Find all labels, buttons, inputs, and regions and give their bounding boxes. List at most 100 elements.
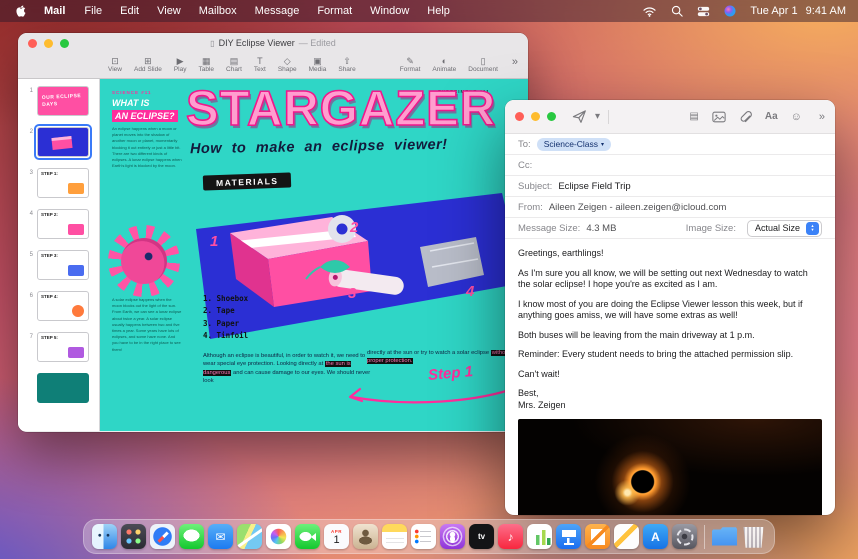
dock-launchpad-icon[interactable] <box>121 524 146 549</box>
slide-thumbnail-2[interactable] <box>37 127 89 157</box>
slide-subtitle[interactable]: How to make an eclipse viewer! <box>190 137 448 157</box>
wifi-icon[interactable] <box>642 6 657 17</box>
image-size-popup[interactable]: Actual Size ▴ ▾ <box>747 220 822 237</box>
dock-downloads-folder-icon[interactable] <box>712 524 737 549</box>
table-button[interactable]: ▦ Table <box>198 56 214 73</box>
format-button[interactable]: ✎ Format <box>400 56 421 73</box>
menu-file[interactable]: File <box>75 0 111 22</box>
document-button[interactable]: ▯ Document <box>468 56 498 73</box>
dock-pages-icon[interactable] <box>585 524 610 549</box>
minimize-button[interactable] <box>531 112 540 121</box>
message-body-editor[interactable]: Greetings, earthlings! As I'm sure you a… <box>505 239 835 411</box>
menu-message[interactable]: Message <box>246 0 309 22</box>
warning-paragraph-2[interactable]: directly at the sun or try to watch a so… <box>367 349 513 366</box>
slide-thumbnail-5[interactable]: STEP 3: <box>37 250 89 280</box>
to-label: To: <box>518 139 531 150</box>
zoom-button[interactable] <box>547 112 556 121</box>
slide-thumbnail-7[interactable]: STEP 5: <box>37 332 89 362</box>
dock-trash-icon[interactable] <box>741 524 766 549</box>
dock-safari-icon[interactable] <box>150 524 175 549</box>
emoji-icon[interactable]: ☺ <box>791 111 802 123</box>
dock-appstore-icon[interactable]: A <box>643 524 668 549</box>
materials-list[interactable]: 1. Shoebox 2. Tape 3. Paper 4. Tinfoil <box>203 293 248 343</box>
send-icon[interactable] <box>572 109 587 124</box>
menu-mailbox[interactable]: Mailbox <box>190 0 246 22</box>
animate-button[interactable]: ◐ Animate <box>432 56 456 73</box>
eclipse-heading[interactable]: WHAT IS AN ECLIPSE? <box>112 98 178 122</box>
add-slide-button[interactable]: ⊞ Add Slide <box>134 56 162 73</box>
from-field[interactable]: From: Aileen Zeigen - aileen.zeigen@iclo… <box>505 197 835 218</box>
subject-field[interactable]: Subject: Eclipse Field Trip <box>505 176 835 197</box>
solar-note-paragraph[interactable]: A solar eclipse happens when the moon bl… <box>112 297 182 353</box>
close-button[interactable] <box>515 112 524 121</box>
recipient-name: Science-Class <box>544 139 598 149</box>
mail-toolbar[interactable]: ▾ ▤ Aa ☺ » <box>505 100 835 134</box>
siri-icon[interactable] <box>724 5 736 17</box>
slide-thumbnail-3[interactable]: STEP 1: <box>37 168 89 198</box>
dock-freeform-icon[interactable] <box>614 524 639 549</box>
slide-thumbnail-6[interactable]: STEP 4: <box>37 291 89 321</box>
menu-view[interactable]: View <box>148 0 190 22</box>
dock-podcasts-icon[interactable] <box>440 524 465 549</box>
text-button[interactable]: T Text <box>254 56 266 73</box>
slide-thumbnail-1[interactable]: OUR ECLIPSE DAYS <box>37 86 89 116</box>
zoom-button[interactable] <box>60 39 69 48</box>
close-button[interactable] <box>28 39 37 48</box>
step-label: STEP 5: <box>41 335 58 340</box>
dock-mail-icon[interactable]: ✉ <box>208 524 233 549</box>
stargazer-title[interactable]: STARGAZER <box>186 81 496 137</box>
dock-numbers-icon[interactable] <box>527 524 552 549</box>
menu-edit[interactable]: Edit <box>111 0 148 22</box>
share-button[interactable]: ⇧ Share <box>338 56 355 73</box>
eclipse-photo-attachment[interactable] <box>518 419 822 515</box>
menu-window[interactable]: Window <box>361 0 418 22</box>
recipient-token[interactable]: Science-Class ▾ <box>537 138 611 151</box>
view-button[interactable]: ⊡ View <box>108 56 122 73</box>
menu-app-name[interactable]: Mail <box>34 0 75 22</box>
dock-reminders-icon[interactable] <box>411 524 436 549</box>
mail-toolbar-overflow-chevron[interactable]: » <box>819 111 825 123</box>
attach-icon[interactable] <box>739 110 752 124</box>
dock-settings-icon[interactable] <box>672 524 697 549</box>
dock-music-icon[interactable]: ♪ <box>498 524 523 549</box>
slide-thumbnail-8[interactable] <box>37 373 89 403</box>
send-options-chevron[interactable]: ▾ <box>595 111 600 122</box>
dock-notes-icon[interactable] <box>382 524 407 549</box>
dock-keynote-icon[interactable] <box>556 524 581 549</box>
dock-calendar-icon[interactable]: APR 1 <box>324 524 349 549</box>
to-field[interactable]: To: Science-Class ▾ <box>505 134 835 155</box>
minimize-button[interactable] <box>44 39 53 48</box>
dock-facetime-icon[interactable] <box>295 524 320 549</box>
dock-tv-icon[interactable]: tv <box>469 524 494 549</box>
dock-contacts-icon[interactable] <box>353 524 378 549</box>
slide-thumbnail-4[interactable]: STEP 2: <box>37 209 89 239</box>
menu-format[interactable]: Format <box>308 0 361 22</box>
search-icon[interactable] <box>671 5 683 17</box>
slide-canvas[interactable]: SCIENCE #11 EXPERIMENT #11 WHAT IS AN EC… <box>100 79 528 431</box>
warning-paragraph[interactable]: Although an eclipse is beautiful, in ord… <box>203 352 371 386</box>
apple-menu[interactable] <box>12 4 34 18</box>
shape-button[interactable]: ◇ Shape <box>278 56 297 73</box>
dock-photos-icon[interactable] <box>266 524 291 549</box>
science-tag[interactable]: SCIENCE #11 <box>112 90 152 95</box>
play-button[interactable]: ▶ Play <box>174 56 187 73</box>
sun-illustration[interactable] <box>108 225 180 297</box>
photo-browser-icon[interactable] <box>712 111 726 123</box>
slide-row-6: 6 STEP 4: <box>18 291 99 321</box>
keynote-titlebar[interactable]: ▯ DIY Eclipse Viewer — Edited <box>18 33 528 53</box>
dock-maps-icon[interactable] <box>237 524 262 549</box>
chart-button[interactable]: ▤ Chart <box>226 56 242 73</box>
slide-row-7: 7 STEP 5: <box>18 332 99 362</box>
toolbar-overflow-chevron[interactable]: » <box>510 56 520 73</box>
menu-bar-clock[interactable]: Tue Apr 1 9:41 AM <box>750 5 846 17</box>
materials-label[interactable]: MATERIALS <box>203 172 292 190</box>
media-button[interactable]: ▣ Media <box>309 56 327 73</box>
cc-field[interactable]: Cc: <box>505 155 835 176</box>
header-fields-icon[interactable]: ▤ <box>689 111 698 122</box>
format-icon[interactable]: Aa <box>765 111 778 122</box>
menu-help[interactable]: Help <box>418 0 459 22</box>
intro-paragraph[interactable]: An eclipse happens when a moon or planet… <box>112 126 182 169</box>
dock-messages-icon[interactable] <box>179 524 204 549</box>
control-center-icon[interactable] <box>697 6 710 17</box>
dock-finder-icon[interactable] <box>92 524 117 549</box>
